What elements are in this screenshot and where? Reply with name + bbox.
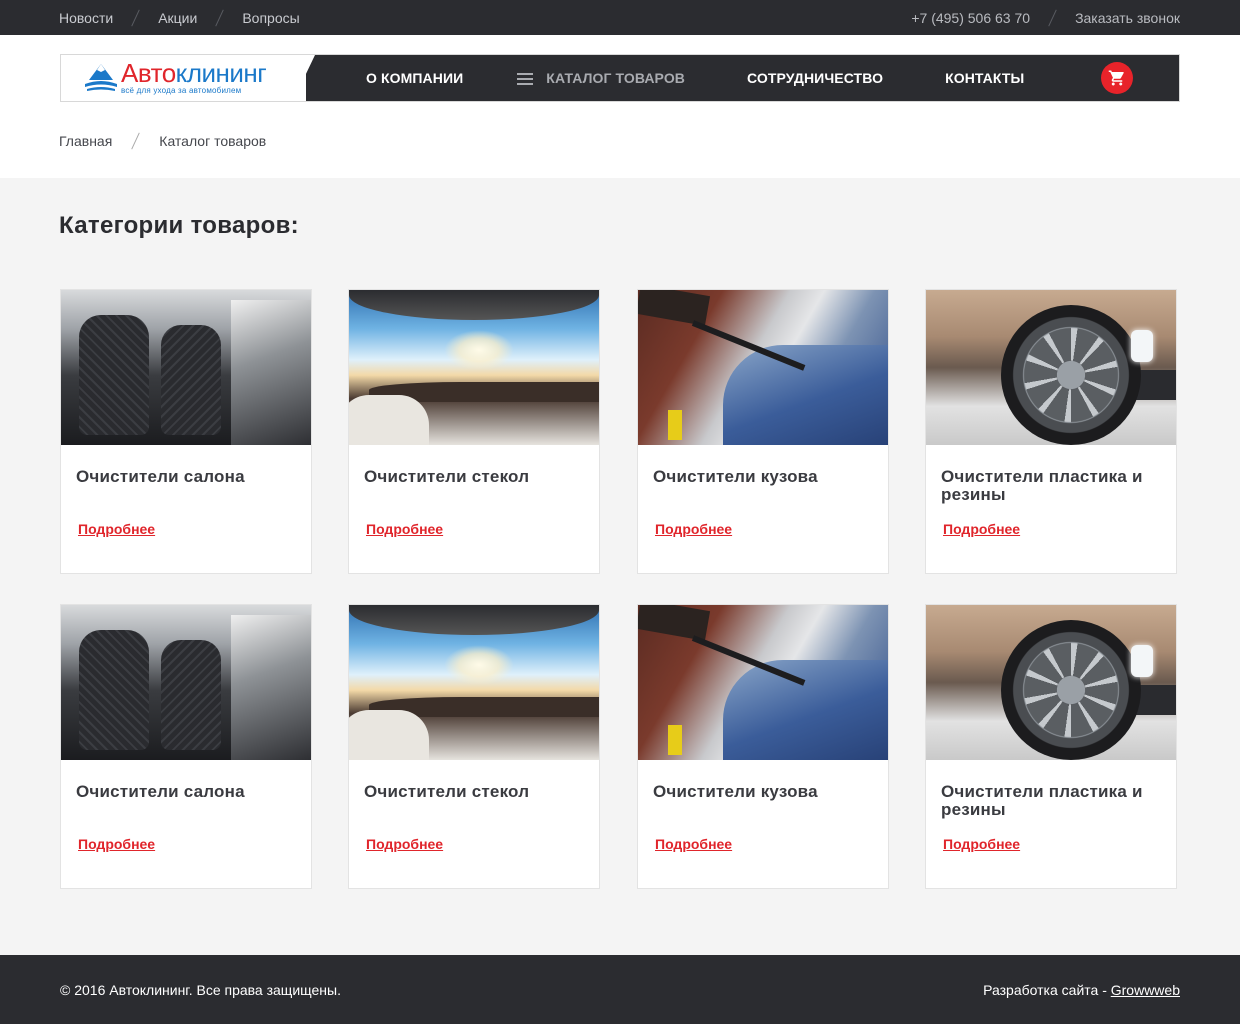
top-links: Новости Акции Вопросы [59,0,300,35]
category-image-wheel[interactable] [926,290,1176,445]
phone-number[interactable]: +7 (495) 506 63 70 [911,10,1030,26]
logo-part-auto: Авто [121,58,176,88]
copyright-text: © 2016 Автоклининг. Все права защищены. [60,982,341,998]
menu-icon [517,72,534,85]
top-link-questions[interactable]: Вопросы [242,10,299,26]
category-image-wheel[interactable] [926,605,1176,760]
divider [1048,9,1057,26]
main-navbar: Автоклининг всё для ухода за автомобилем… [60,54,1180,102]
category-card[interactable]: Очистители стекол Подробнее [348,289,600,574]
category-card[interactable]: Очистители кузова Подробнее [637,604,889,889]
category-title[interactable]: Очистители пластика и резины [941,468,1166,504]
category-image-interior[interactable] [61,605,311,760]
developer-link[interactable]: Growwweb [1111,982,1180,998]
category-title[interactable]: Очистители стекол [364,468,589,486]
category-title[interactable]: Очистители салона [76,468,301,486]
nav-item-label: СОТРУДНИЧЕСТВО [747,70,884,86]
details-link[interactable]: Подробнее [655,521,732,537]
nav-item-label: О КОМПАНИИ [366,70,464,86]
details-link[interactable]: Подробнее [78,836,155,852]
category-card[interactable]: Очистители пластика и резины Подробнее [925,604,1177,889]
category-card[interactable]: Очистители салона Подробнее [60,604,312,889]
breadcrumb: Главная Каталог товаров [59,131,266,151]
category-image-body-wash[interactable] [638,290,888,445]
nav-item-catalog[interactable]: КАТАЛОГ ТОВАРОВ [517,70,685,86]
nav-item-label: КОНТАКТЫ [945,70,1025,86]
logo-wordmark: Автоклининг [121,58,267,88]
details-link[interactable]: Подробнее [366,521,443,537]
callback-link[interactable]: Заказать звонок [1075,10,1180,26]
category-image-windshield[interactable] [349,290,599,445]
logo-part-cleaning: клининг [175,58,267,88]
category-card[interactable]: Очистители салона Подробнее [60,289,312,574]
logo[interactable]: Автоклининг всё для ухода за автомобилем [61,55,306,101]
page-title: Категории товаров: [59,212,299,239]
developer-label: Разработка сайта - [983,982,1111,998]
category-title[interactable]: Очистители стекол [364,783,589,801]
header: Автоклининг всё для ухода за автомобилем… [0,35,1240,178]
category-image-interior[interactable] [61,290,311,445]
category-title[interactable]: Очистители салона [76,783,301,801]
details-link[interactable]: Подробнее [943,836,1020,852]
logo-mountain-icon [85,64,117,91]
divider [131,132,141,150]
category-image-body-wash[interactable] [638,605,888,760]
footer: © 2016 Автоклининг. Все права защищены. … [0,955,1240,1024]
category-title[interactable]: Очистители кузова [653,468,878,486]
category-card[interactable]: Очистители кузова Подробнее [637,289,889,574]
nav-item-contacts[interactable]: КОНТАКТЫ [945,70,1024,86]
logo-slant [293,55,315,101]
breadcrumb-current: Каталог товаров [159,133,267,149]
details-link[interactable]: Подробнее [366,836,443,852]
category-card[interactable]: Очистители стекол Подробнее [348,604,600,889]
top-bar: Новости Акции Вопросы +7 (495) 506 63 70… [0,0,1240,35]
category-image-windshield[interactable] [349,605,599,760]
logo-tagline: всё для ухода за автомобилем [121,86,242,95]
main-menu: О КОМПАНИИ КАТАЛОГ ТОВАРОВ СОТРУДНИЧЕСТВ… [366,55,1024,101]
category-card[interactable]: Очистители пластика и резины Подробнее [925,289,1177,574]
top-link-promotions[interactable]: Акции [158,10,197,26]
category-title[interactable]: Очистители кузова [653,783,878,801]
cart-button[interactable] [1101,62,1133,94]
divider [215,9,225,26]
nav-item-cooperation[interactable]: СОТРУДНИЧЕСТВО [747,70,883,86]
divider [131,9,140,26]
details-link[interactable]: Подробнее [655,836,732,852]
top-contacts: +7 (495) 506 63 70 Заказать звонок [911,0,1180,35]
top-link-news[interactable]: Новости [59,10,113,26]
category-title[interactable]: Очистители пластика и резины [941,783,1166,819]
breadcrumb-home[interactable]: Главная [59,133,112,149]
nav-item-label: КАТАЛОГ ТОВАРОВ [546,70,686,86]
details-link[interactable]: Подробнее [78,521,155,537]
cart-icon [1108,70,1124,86]
details-link[interactable]: Подробнее [943,521,1020,537]
nav-item-about[interactable]: О КОМПАНИИ [366,70,463,86]
developer-credit: Разработка сайта - Growwweb [983,982,1180,998]
